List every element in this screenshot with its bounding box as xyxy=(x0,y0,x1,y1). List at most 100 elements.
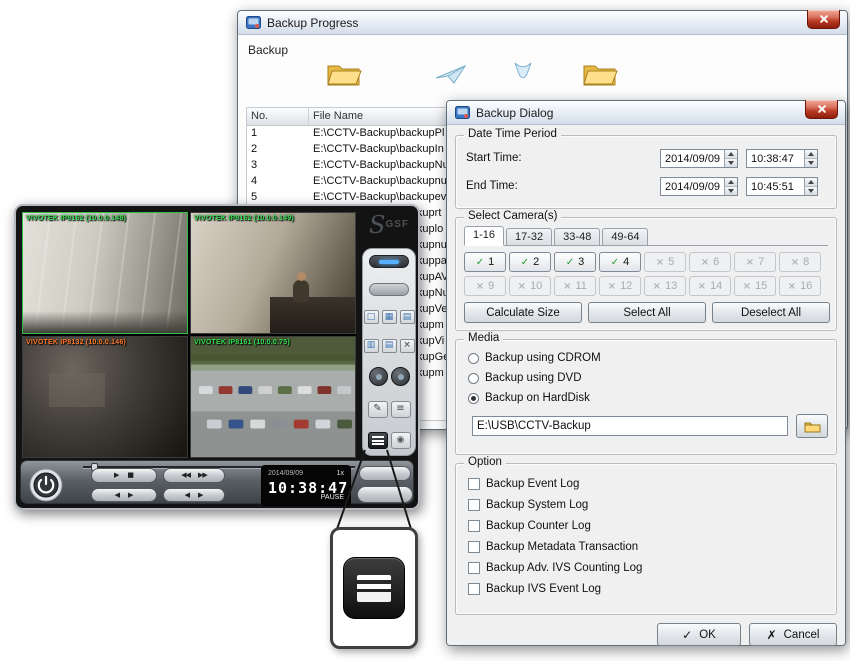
camera-toggle-15[interactable]: ×15 xyxy=(734,276,776,296)
camera-toggle-5[interactable]: ×5 xyxy=(644,252,686,272)
deselect-all-button[interactable]: Deselect All xyxy=(712,302,830,323)
camera-toggle-8[interactable]: ×8 xyxy=(779,252,821,272)
spin-up-icon[interactable] xyxy=(725,150,737,159)
camera-view-2[interactable]: VIVOTEK IP8162 (10.0.0.149) xyxy=(190,212,356,334)
close-icon[interactable] xyxy=(805,100,838,119)
camera-toggle-4[interactable]: ✓4 xyxy=(599,252,641,272)
backup-path-input[interactable] xyxy=(472,416,788,436)
camera-toggle-12[interactable]: ×12 xyxy=(599,276,641,296)
rewind-button[interactable] xyxy=(181,472,190,479)
playback-status: PAUSE xyxy=(321,494,344,501)
display-toggle-button[interactable] xyxy=(369,255,409,268)
backup-dialog-window: Backup Dialog Date Time Period Start Tim… xyxy=(446,100,846,646)
checkbox-backup-adv-ivs-counting-log[interactable]: Backup Adv. IVS Counting Log xyxy=(468,562,642,574)
select-all-button[interactable]: Select All xyxy=(588,302,706,323)
checkbox-backup-counter-log[interactable]: Backup Counter Log xyxy=(468,520,642,532)
backup-button[interactable] xyxy=(368,432,388,449)
camera-view-1[interactable]: VIVOTEK IP8162 (10.0.0.148) xyxy=(22,212,188,334)
camera-toggle-9[interactable]: ×9 xyxy=(464,276,506,296)
browse-folder-button[interactable] xyxy=(796,414,828,438)
layout-9-button[interactable] xyxy=(400,310,415,324)
tools-button[interactable] xyxy=(391,367,410,386)
radio-label: Backup using DVD xyxy=(485,372,582,384)
stop-button[interactable] xyxy=(127,472,134,479)
camera-toggle-13[interactable]: ×13 xyxy=(644,276,686,296)
camera-view-4[interactable]: VIVOTEK IP8161 (10.0.0.75) xyxy=(190,336,356,458)
step-forward-button[interactable] xyxy=(128,492,133,499)
radio-backup-using-dvd[interactable]: Backup using DVD xyxy=(468,372,601,384)
close-view-button[interactable] xyxy=(400,339,415,353)
callout-box xyxy=(330,527,418,649)
camera-toggle-10[interactable]: ×10 xyxy=(509,276,551,296)
backup-section-label: Backup xyxy=(248,43,288,57)
checkbox-icon xyxy=(468,541,480,553)
checkbox-icon xyxy=(468,499,480,511)
checkbox-backup-event-log[interactable]: Backup Event Log xyxy=(468,478,642,490)
cctv-viewer-window: VIVOTEK IP8162 (10.0.0.148) VIVOTEK IP81… xyxy=(14,204,420,510)
start-date-value[interactable]: 2014/09/09 xyxy=(661,150,724,167)
calculate-size-button[interactable]: Calculate Size xyxy=(464,302,582,323)
camera-deselected-icon: × xyxy=(476,281,484,292)
tab-17-32[interactable]: 17-32 xyxy=(506,228,552,245)
layout-16-button[interactable] xyxy=(364,339,379,353)
progress-titlebar[interactable]: Backup Progress xyxy=(238,11,847,35)
end-date-value[interactable]: 2014/09/09 xyxy=(661,178,724,195)
camera-toggle-3[interactable]: ✓3 xyxy=(554,252,596,272)
radio-backup-on-harddisk[interactable]: Backup on HardDisk xyxy=(468,392,601,404)
tab-49-64[interactable]: 49-64 xyxy=(602,228,648,245)
end-time-value[interactable]: 10:45:51 xyxy=(747,178,804,195)
destination-folder-icon xyxy=(582,59,618,92)
spin-up-icon[interactable] xyxy=(805,178,817,187)
spin-down-icon[interactable] xyxy=(805,187,817,195)
gsf-logo: SGSF xyxy=(360,212,418,244)
camera-toggle-2[interactable]: ✓2 xyxy=(509,252,551,272)
camera-toggle-1[interactable]: ✓1 xyxy=(464,252,506,272)
ptz-control-button[interactable] xyxy=(369,367,388,386)
ok-button[interactable]: ✓ OK xyxy=(657,623,741,646)
camera-toggle-7[interactable]: ×7 xyxy=(734,252,776,272)
checkbox-backup-metadata-transaction[interactable]: Backup Metadata Transaction xyxy=(468,541,642,553)
backup-button-magnified[interactable] xyxy=(343,557,405,619)
cancel-button[interactable]: ✗ Cancel xyxy=(749,623,837,646)
camera-toggle-6[interactable]: ×6 xyxy=(689,252,731,272)
checkbox-backup-system-log[interactable]: Backup System Log xyxy=(468,499,642,511)
annotation-button[interactable] xyxy=(368,401,388,418)
select-cameras-group: Select Camera(s) 1-1617-3233-4849-64 ✓1✓… xyxy=(455,217,837,331)
jog-button[interactable] xyxy=(359,466,411,481)
power-indicator-light xyxy=(379,260,399,264)
power-button[interactable] xyxy=(29,468,63,502)
play-button[interactable] xyxy=(114,472,119,479)
radio-backup-using-cdrom[interactable]: Backup using CDROM xyxy=(468,352,601,364)
camera-toggle-16[interactable]: ×16 xyxy=(779,276,821,296)
step-back-button[interactable] xyxy=(115,492,120,499)
column-header-no[interactable]: No. xyxy=(247,108,309,125)
dialog-titlebar[interactable]: Backup Dialog xyxy=(447,101,845,125)
spin-down-icon[interactable] xyxy=(725,187,737,195)
event-log-button[interactable] xyxy=(391,401,411,418)
tab-1-16[interactable]: 1-16 xyxy=(464,226,504,246)
layout-quad-button[interactable] xyxy=(382,310,397,324)
layout-13-button[interactable] xyxy=(382,339,397,353)
spin-up-icon[interactable] xyxy=(805,150,817,159)
monitor-view-button[interactable] xyxy=(391,432,411,449)
fast-button[interactable] xyxy=(198,492,203,499)
checkbox-backup-ivs-event-log[interactable]: Backup IVS Event Log xyxy=(468,583,642,595)
start-time-spinner: 10:38:47 xyxy=(746,149,818,168)
spin-down-icon[interactable] xyxy=(805,159,817,167)
camera-toggle-11[interactable]: ×11 xyxy=(554,276,596,296)
shuttle-button[interactable] xyxy=(357,486,413,503)
monitor-toggle-button[interactable] xyxy=(369,283,409,296)
camera-toggle-14[interactable]: ×14 xyxy=(689,276,731,296)
layout-single-button[interactable] xyxy=(364,310,379,324)
spin-up-icon[interactable] xyxy=(725,178,737,187)
start-time-value[interactable]: 10:38:47 xyxy=(747,150,804,167)
folder-icon xyxy=(804,420,821,433)
viewer-control-panel xyxy=(362,248,416,456)
camera-view-3[interactable]: VIVOTEK IP8132 (10.0.0.146) xyxy=(22,336,188,458)
fast-forward-button[interactable] xyxy=(198,472,207,479)
tab-33-48[interactable]: 33-48 xyxy=(554,228,600,245)
spin-down-icon[interactable] xyxy=(725,159,737,167)
camera-label: VIVOTEK IP8161 (10.0.0.75) xyxy=(194,339,290,346)
close-icon[interactable] xyxy=(807,10,840,29)
slow-button[interactable] xyxy=(185,492,190,499)
